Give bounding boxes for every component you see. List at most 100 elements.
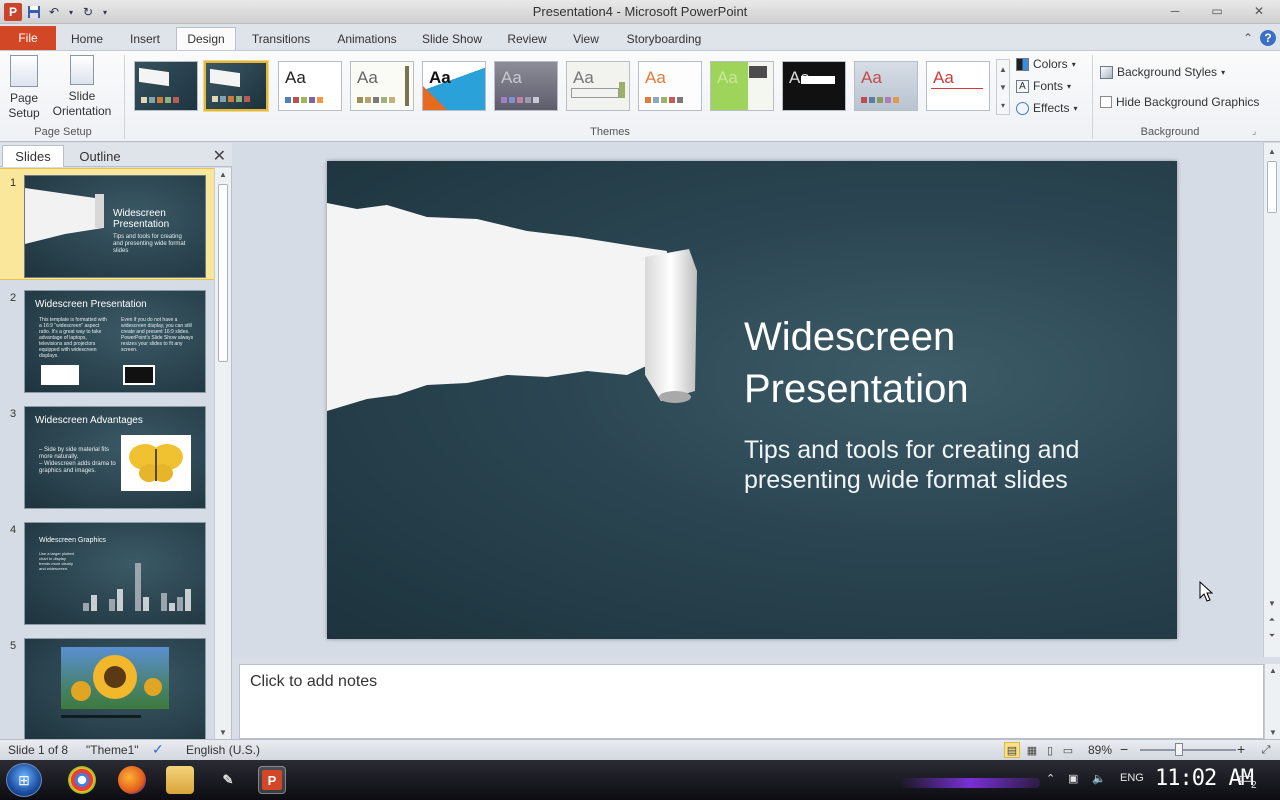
network-icon[interactable]: ▣ — [1068, 772, 1078, 785]
current-slide[interactable]: Widescreen Presentation Tips and tools f… — [327, 161, 1177, 639]
next-slide-icon[interactable]: ⏷ — [1264, 631, 1280, 641]
scroll-down-icon[interactable]: ▼ — [1265, 728, 1280, 737]
group-separator — [124, 55, 125, 139]
scroll-up-icon[interactable]: ▲ — [215, 170, 231, 179]
hide-background-graphics[interactable]: Hide Background Graphics — [1100, 93, 1259, 111]
windows-start-icon[interactable]: ⊞ — [6, 763, 42, 797]
close-icon[interactable]: ✕ — [213, 146, 226, 166]
scroll-up-icon[interactable]: ▲ — [1265, 666, 1280, 675]
tab-storyboarding[interactable]: Storyboarding — [620, 28, 708, 50]
zoom-level[interactable]: 89% — [1088, 743, 1112, 757]
slide-thumbnail[interactable] — [24, 638, 206, 739]
page-setup-button[interactable]: Page Setup — [6, 55, 42, 121]
maximize-button[interactable]: ▭ — [1196, 0, 1238, 22]
theme-thumbnail[interactable]: Aa — [854, 61, 918, 111]
close-button[interactable]: ✕ — [1238, 0, 1280, 22]
slide-thumbnail-row[interactable]: 1 Widescreen Presentation Tips and tools… — [0, 168, 214, 280]
tab-outline[interactable]: Outline — [66, 145, 134, 167]
fonts-button[interactable]: A Fonts ▾ — [1016, 77, 1071, 95]
minimize-button[interactable]: ─ — [1154, 0, 1196, 22]
slide-title[interactable]: Widescreen Presentation — [744, 311, 1144, 415]
notes-scrollbar[interactable]: ▲ ▼ — [1264, 664, 1280, 739]
reading-view-icon[interactable]: ▯ — [1042, 742, 1058, 758]
pen-tool-icon[interactable]: ✎ — [214, 766, 242, 794]
slide-show-icon[interactable]: ▭ — [1060, 742, 1076, 758]
notes-pane[interactable]: Click to add notes — [239, 664, 1264, 739]
slide-thumbnail[interactable]: Widescreen Graphics Use a larger plotted… — [24, 522, 206, 625]
scroll-down-icon[interactable]: ▼ — [999, 83, 1007, 92]
normal-view-icon[interactable]: ▤ — [1004, 742, 1020, 758]
tab-design[interactable]: Design — [176, 27, 236, 50]
language-indicator[interactable]: ENG — [1120, 772, 1144, 784]
zoom-slider-knob[interactable] — [1175, 743, 1183, 756]
slide-thumbnail-row[interactable]: 5 — [0, 632, 214, 739]
tab-review[interactable]: Review — [500, 28, 554, 50]
effects-button[interactable]: Effects ▾ — [1016, 99, 1077, 117]
slide-thumbnail-row[interactable]: 4 Widescreen Graphics Use a larger plott… — [0, 516, 214, 628]
hide-background-graphics-checkbox[interactable] — [1100, 96, 1112, 108]
previous-slide-icon[interactable]: ⏶ — [1264, 615, 1280, 625]
tab-view[interactable]: View — [564, 28, 608, 50]
background-styles-button[interactable]: Background Styles ▾ — [1100, 63, 1225, 81]
spell-check-icon[interactable]: ✓ — [152, 741, 164, 758]
theme-thumbnail[interactable]: Aa — [350, 61, 414, 111]
gallery-more-icon[interactable]: ▾ — [1001, 101, 1005, 110]
slide-number: 5 — [10, 640, 17, 652]
dialog-launcher-icon[interactable]: ⌟ — [1252, 126, 1256, 137]
scrollbar-thumb[interactable] — [1267, 161, 1277, 213]
scrollbar-thumb[interactable] — [218, 184, 228, 362]
volume-icon[interactable]: 🔈 — [1092, 772, 1106, 785]
slide-thumbnail-row[interactable]: 3 Widescreen Advantages – Side by side m… — [0, 400, 214, 512]
zoom-out-button[interactable]: − — [1120, 741, 1128, 757]
tab-slide-show[interactable]: Slide Show — [416, 28, 488, 50]
slide-orientation-button[interactable]: Slide Orientation — [46, 55, 118, 119]
theme-thumbnail[interactable]: Aa — [926, 61, 990, 111]
theme-thumbnail[interactable]: Aa — [422, 61, 486, 111]
scroll-down-icon[interactable]: ▼ — [1264, 599, 1280, 608]
file-explorer-icon[interactable] — [166, 766, 194, 794]
tab-slides[interactable]: Slides — [2, 145, 64, 167]
colors-button[interactable]: Colors ▾ — [1016, 55, 1076, 73]
ribbon-minimize-icon[interactable]: ⌃ — [1240, 30, 1256, 46]
theme-thumbnail[interactable]: Aa — [278, 61, 342, 111]
theme-sample-text: Aa — [357, 68, 378, 87]
language[interactable]: English (U.S.) — [186, 743, 260, 757]
firefox-icon[interactable] — [118, 766, 146, 794]
slide-thumbnail[interactable]: Widescreen Presentation Tips and tools f… — [24, 175, 206, 278]
theme-name[interactable]: "Theme1" — [86, 743, 139, 757]
powerpoint-taskbar-icon[interactable]: P — [258, 766, 286, 794]
slide-subtitle[interactable]: Tips and tools for creating and presenti… — [744, 435, 1164, 495]
fit-to-window-icon[interactable]: ⤢ — [1258, 742, 1274, 758]
slide-thumbnail[interactable]: Widescreen Presentation This template is… — [24, 290, 206, 393]
tab-file[interactable]: File — [0, 26, 56, 50]
tab-animations[interactable]: Animations — [330, 28, 404, 50]
scroll-up-icon[interactable]: ▲ — [999, 65, 1007, 74]
scroll-down-icon[interactable]: ▼ — [215, 728, 231, 737]
show-hidden-icons[interactable]: ⌃ — [1046, 772, 1055, 785]
slide-sorter-icon[interactable]: ▦ — [1024, 742, 1040, 758]
themes-gallery-scroll[interactable]: ▲ ▼ ▾ — [996, 59, 1010, 115]
slides-pane-scrollbar[interactable]: ▲ ▼ — [214, 168, 231, 739]
slide-thumbnail[interactable]: Widescreen Advantages – Side by side mat… — [24, 406, 206, 509]
tab-transitions[interactable]: Transitions — [244, 28, 318, 50]
theme-thumbnail[interactable]: Aa — [710, 61, 774, 111]
zoom-slider[interactable] — [1140, 749, 1236, 751]
scroll-up-icon[interactable]: ▲ — [1264, 147, 1280, 156]
theme-thumbnail[interactable]: Aa — [494, 61, 558, 111]
slide-thumbnail-row[interactable]: 2 Widescreen Presentation This template … — [0, 284, 214, 396]
theme-thumbnail[interactable]: Aa — [566, 61, 630, 111]
theme-thumbnail[interactable]: Aa — [638, 61, 702, 111]
editor-scrollbar[interactable]: ▲ ▼ ⏶ ⏷ — [1263, 143, 1280, 657]
dropdown-icon: ▾ — [1073, 103, 1078, 113]
theme-thumbnail[interactable]: Aa — [782, 61, 846, 111]
notes-placeholder[interactable]: Click to add notes — [250, 673, 377, 691]
theme-thumbnail[interactable] — [134, 61, 198, 111]
chrome-icon[interactable] — [68, 766, 96, 794]
zoom-in-button[interactable]: + — [1237, 741, 1245, 757]
tab-home[interactable]: Home — [62, 28, 112, 50]
tab-insert[interactable]: Insert — [118, 28, 172, 50]
theme-sample-text: Aa — [285, 68, 306, 87]
help-icon[interactable]: ? — [1260, 30, 1276, 46]
theme-thumbnail-selected[interactable] — [203, 60, 269, 112]
page-setup-label: Page Setup — [8, 91, 40, 120]
